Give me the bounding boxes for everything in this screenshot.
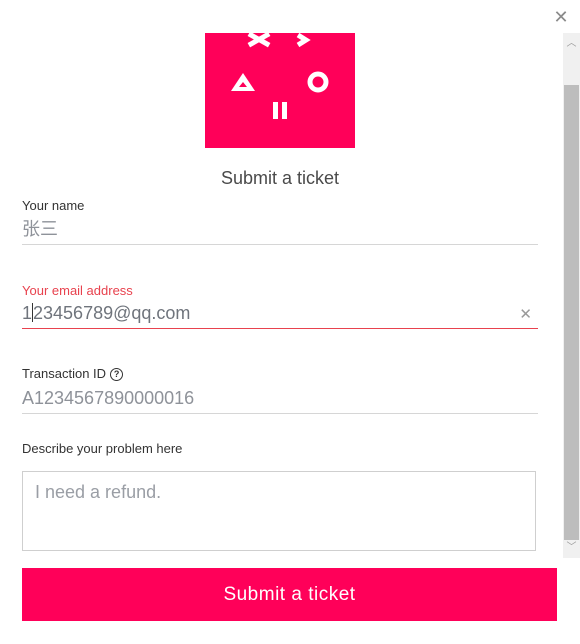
ticket-dialog: ✕ Submit a ticket Your name 张三 Your emai… xyxy=(0,0,580,644)
scroll-down-icon[interactable]: ﹀ xyxy=(563,539,580,556)
name-label: Your name xyxy=(22,198,85,213)
email-value-rest: 23456789@qq.com xyxy=(33,303,191,323)
problem-textarea[interactable]: I need a refund. xyxy=(22,471,536,551)
email-input[interactable]: 123456789@qq.com ✕ xyxy=(22,300,538,329)
submit-button[interactable]: Submit a ticket xyxy=(22,568,557,621)
name-input[interactable]: 张三 xyxy=(22,216,538,245)
logo xyxy=(205,33,355,148)
question-circle-icon[interactable]: ? xyxy=(110,368,124,381)
transaction-label: Transaction ID? xyxy=(22,366,124,381)
name-value: 张三 xyxy=(22,219,58,239)
transaction-value: A1234567890000016 xyxy=(22,388,195,408)
problem-label: Describe your problem here xyxy=(22,441,183,456)
clear-input-icon[interactable]: ✕ xyxy=(519,302,532,328)
problem-value: I need a refund. xyxy=(35,482,162,502)
scroll-thumb[interactable] xyxy=(564,85,579,540)
close-icon[interactable]: ✕ xyxy=(552,8,570,26)
scroll-up-icon[interactable]: ︿ xyxy=(563,35,580,52)
form-title: Submit a ticket xyxy=(220,168,340,188)
scrollbar[interactable]: ︿ ﹀ xyxy=(563,33,580,558)
email-label: Your email address xyxy=(22,283,133,298)
email-value-first: 1 xyxy=(22,303,33,323)
transaction-input[interactable]: A1234567890000016 xyxy=(22,385,538,414)
transaction-label-text: Transaction ID xyxy=(22,366,107,381)
